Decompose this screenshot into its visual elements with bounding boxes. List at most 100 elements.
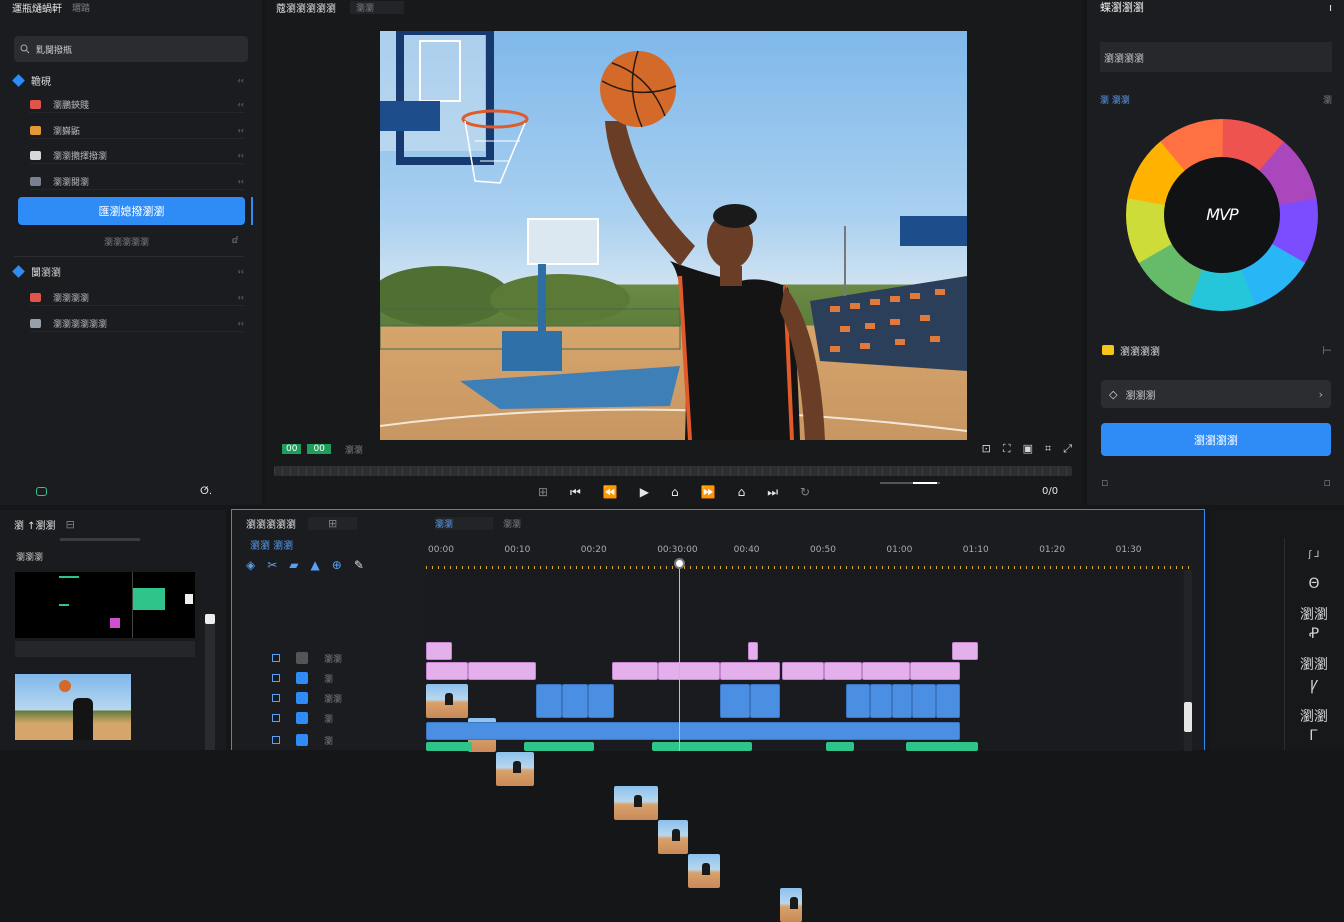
title-clip[interactable]	[748, 642, 758, 660]
track-visibility-icon[interactable]	[296, 692, 308, 704]
search-box[interactable]: 䵝闅撥瓶	[14, 36, 248, 62]
track-header[interactable]: 瀏	[272, 710, 422, 726]
fullscreen-icon[interactable]: ⛶	[1003, 442, 1011, 456]
video-clip[interactable]	[846, 684, 870, 718]
home-icon[interactable]: ⌂	[671, 485, 679, 499]
video-clip[interactable]	[562, 684, 588, 718]
razor-tool-icon[interactable]: ✂	[267, 558, 277, 572]
video-clip[interactable]	[536, 684, 562, 718]
source-thumbnail[interactable]	[15, 674, 131, 740]
settings-icon[interactable]: ▫	[1324, 476, 1331, 489]
footer-right[interactable]: ⵚ.	[200, 486, 212, 497]
grid-icon[interactable]: ⌗	[1045, 442, 1051, 456]
ripple-tool-icon[interactable]: ▰	[289, 558, 298, 572]
chat-icon[interactable]	[36, 486, 47, 496]
track-visibility-icon[interactable]	[296, 712, 308, 724]
video-clip[interactable]	[870, 684, 892, 718]
video-clip[interactable]	[688, 854, 720, 888]
volume-meter[interactable]	[205, 614, 215, 750]
title-clip[interactable]	[612, 662, 658, 680]
video-clip[interactable]	[720, 684, 750, 718]
sub-right[interactable]: 瀏	[1323, 93, 1332, 106]
next-frame-icon[interactable]: ⏩	[701, 485, 716, 499]
track-header[interactable]: 瀏	[272, 732, 422, 748]
tool-item[interactable]: Θ	[1294, 576, 1334, 592]
track-header[interactable]: 瀏	[272, 670, 422, 686]
marker-tool-icon[interactable]: ▲	[311, 558, 320, 572]
track-visibility-icon[interactable]	[296, 734, 308, 746]
video-clip[interactable]	[892, 684, 912, 718]
close-icon[interactable]: ı	[1329, 1, 1332, 14]
panel-tab[interactable]: 瑂踏	[72, 1, 90, 14]
video-clip[interactable]	[588, 684, 614, 718]
volume-slider[interactable]	[880, 482, 940, 484]
title-clip[interactable]	[952, 642, 978, 660]
title-clip[interactable]	[426, 662, 468, 680]
video-clip[interactable]	[780, 888, 802, 922]
video-clip[interactable]	[496, 752, 534, 786]
more-icon[interactable]: ⊢	[1322, 344, 1332, 357]
video-frame[interactable]	[380, 31, 967, 440]
layout-icon[interactable]: ▫	[1101, 476, 1108, 489]
video-clip[interactable]	[936, 684, 960, 718]
video-clip[interactable]	[750, 684, 780, 718]
preset-dropdown[interactable]: ◇ 瀏瀏瀏 ›	[1101, 380, 1331, 408]
list-item[interactable]: 瀏瀏瀏瀏 ‹‹	[30, 290, 244, 306]
tab-timeline-b[interactable]: 瀏瀏	[503, 517, 521, 530]
video-clip[interactable]	[426, 684, 468, 718]
skip-start-icon[interactable]: ⏮	[570, 485, 581, 500]
timecode-b[interactable]: 00	[307, 444, 331, 454]
tool-item[interactable]: 瀏瀏	[1294, 604, 1334, 624]
video-clip[interactable]	[614, 786, 658, 820]
crop-icon[interactable]: ⊞	[538, 485, 548, 499]
tool-item[interactable]: Ꝩ	[1294, 676, 1334, 695]
list-item[interactable]: 瀏瀏閱瀏 ‹‹	[30, 174, 244, 190]
list-item[interactable]: 瀏瀏撱擇撥瀏 ‹‹	[30, 148, 244, 164]
tracks-area[interactable]	[426, 570, 1180, 922]
apply-button[interactable]: 瀏瀏瀏瀏	[1101, 423, 1331, 456]
mark-icon[interactable]: ⌂	[738, 485, 746, 499]
tool-item[interactable]: Ꝓ	[1294, 626, 1334, 642]
tool-item[interactable]: 瀏瀏	[1294, 654, 1334, 674]
skip-end-icon[interactable]: ⏭	[767, 485, 778, 500]
title-clip[interactable]	[910, 662, 960, 680]
video-clip[interactable]	[912, 684, 936, 718]
expand-icon[interactable]: ⤢	[1063, 442, 1072, 456]
timecode-a[interactable]: 00	[282, 444, 302, 454]
title-clip[interactable]	[862, 662, 910, 680]
timeline-scrollbar[interactable]	[1184, 570, 1192, 751]
section-header-media[interactable]: 韂硯 ‹‹	[12, 72, 244, 88]
effect-select[interactable]: 瀏瀏瀏瀏	[1100, 42, 1332, 72]
snap-tool-icon[interactable]: ✎	[354, 558, 364, 572]
select-tool-icon[interactable]: ◈	[246, 558, 255, 572]
track-visibility-icon[interactable]	[296, 652, 308, 664]
track-visibility-icon[interactable]	[296, 672, 308, 684]
link-tool-icon[interactable]: ⊕	[332, 558, 342, 572]
list-item[interactable]: 瀏瀏瀏瀏瀏瀏 ‹‹	[30, 316, 244, 332]
section-header-library[interactable]: 闅瀏瀏 ‹‹	[12, 263, 244, 279]
track-lock-icon[interactable]	[272, 654, 280, 662]
list-item[interactable]: 瀏鵬鋏賤 ‹‹	[30, 97, 244, 113]
video-clip[interactable]	[426, 722, 960, 740]
tab-timeline-a[interactable]: 瀏瀏	[435, 516, 494, 530]
ruler[interactable]: 00:00 00:10 00:20 00:30:00 00:40 00:50 01:00 01…	[426, 542, 1190, 570]
tool-item[interactable]: ʃ ⅃	[1294, 550, 1334, 560]
safe-area-icon[interactable]: ▣	[1023, 442, 1033, 456]
track-header[interactable]: 瀏瀏	[272, 650, 422, 666]
import-button[interactable]: 匯瀏媳撥瀏瀏	[18, 197, 245, 225]
layout-icon[interactable]: ⊟	[66, 518, 75, 531]
tool-item[interactable]: Ꮁ	[1294, 728, 1334, 744]
video-clip[interactable]	[658, 820, 688, 854]
track-lock-icon[interactable]	[272, 694, 280, 702]
preview-tab[interactable]: 瀏瀏	[350, 0, 405, 14]
title-clip[interactable]	[468, 662, 536, 680]
title-clip[interactable]	[824, 662, 862, 680]
track-header[interactable]: 瀏瀏	[272, 690, 422, 706]
track-lock-icon[interactable]	[272, 674, 280, 682]
scrub-bar[interactable]	[274, 466, 1072, 476]
title-clip[interactable]	[782, 662, 824, 680]
title-clip[interactable]	[658, 662, 720, 680]
tool-item[interactable]: 瀏瀏	[1294, 706, 1334, 726]
title-clip[interactable]	[720, 662, 780, 680]
title-clip[interactable]	[426, 642, 452, 660]
